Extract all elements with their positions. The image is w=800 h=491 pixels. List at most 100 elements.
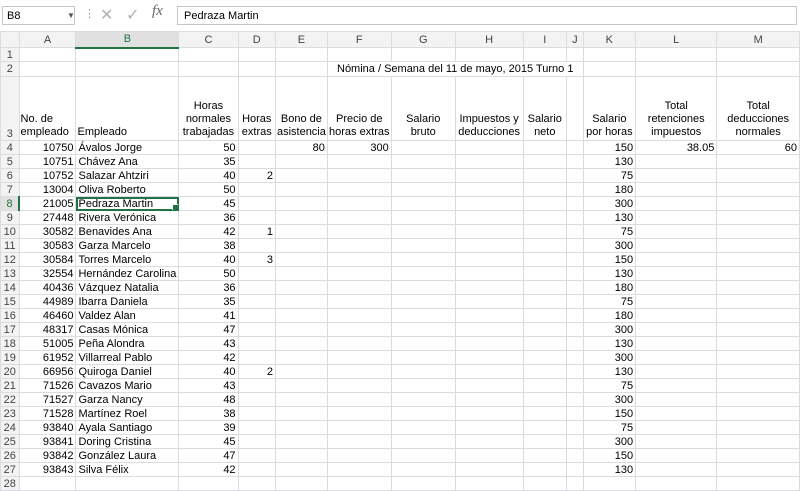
cell-total-deductions[interactable]: [716, 434, 800, 449]
cell-extra-hours[interactable]: [237, 294, 276, 309]
cell[interactable]: [75, 47, 180, 62]
cell-gross-salary[interactable]: [390, 252, 456, 267]
cell-hourly-rate[interactable]: 150: [582, 406, 637, 421]
cell[interactable]: [178, 61, 239, 77]
cell-employee-id[interactable]: 21005: [18, 196, 77, 211]
cell-gross-salary[interactable]: [390, 266, 456, 281]
cell[interactable]: [582, 47, 637, 62]
cell-gross-salary[interactable]: [390, 308, 456, 323]
cell-employee-name[interactable]: Ibarra Daniela: [75, 294, 180, 309]
cell[interactable]: [716, 47, 800, 62]
cell-net-salary[interactable]: [522, 280, 568, 295]
cell-normal-hours[interactable]: 38: [178, 406, 239, 421]
cell-total-deductions[interactable]: [716, 392, 800, 407]
column-header-i[interactable]: I: [522, 31, 568, 48]
cell-hourly-rate[interactable]: 300: [582, 434, 637, 449]
cell-overtime-price[interactable]: [326, 196, 392, 211]
cell-extra-hours[interactable]: [237, 378, 276, 393]
cell-taxes-deductions[interactable]: [454, 448, 524, 463]
cell-attendance-bonus[interactable]: [274, 448, 328, 463]
cell-hourly-rate[interactable]: 75: [582, 420, 637, 435]
cell-gross-salary[interactable]: [390, 182, 456, 197]
cell[interactable]: [75, 476, 180, 491]
cell-employee-id[interactable]: 71527: [18, 392, 77, 407]
cell-extra-hours[interactable]: 2: [237, 168, 276, 183]
cell-normal-hours[interactable]: 43: [178, 378, 239, 393]
cell-gross-salary[interactable]: [390, 364, 456, 379]
cell-net-salary[interactable]: [522, 182, 568, 197]
cell[interactable]: [326, 47, 392, 62]
cell-extra-hours[interactable]: [237, 322, 276, 337]
cell-gross-salary[interactable]: [390, 322, 456, 337]
header-impuestos-deducciones[interactable]: Impuestos y deducciones: [454, 76, 524, 141]
cell-attendance-bonus[interactable]: [274, 322, 328, 337]
header-total-deducciones[interactable]: Total deducciones normales: [716, 76, 800, 141]
column-header-f[interactable]: F: [326, 31, 392, 48]
cell-tax-withholding[interactable]: [635, 238, 718, 253]
cell-tax-withholding[interactable]: [635, 448, 718, 463]
cell[interactable]: [566, 140, 584, 155]
cell-total-deductions[interactable]: [716, 252, 800, 267]
cell-gross-salary[interactable]: [390, 154, 456, 169]
cell-extra-hours[interactable]: 3: [237, 252, 276, 267]
cell-employee-name[interactable]: Valdez Alan: [75, 308, 180, 323]
cell[interactable]: [390, 47, 456, 62]
cell-hourly-rate[interactable]: 150: [582, 140, 637, 155]
cell-net-salary[interactable]: [522, 420, 568, 435]
cell-net-salary[interactable]: [522, 462, 568, 477]
cell-net-salary[interactable]: [522, 238, 568, 253]
cell-hourly-rate[interactable]: 130: [582, 462, 637, 477]
cell[interactable]: [566, 196, 584, 211]
cell-gross-salary[interactable]: [390, 238, 456, 253]
cell-employee-name[interactable]: Ávalos Jorge: [75, 140, 180, 155]
cell-taxes-deductions[interactable]: [454, 406, 524, 421]
cell-employee-name[interactable]: Pedraza Martin: [75, 196, 180, 211]
cell-net-salary[interactable]: [522, 266, 568, 281]
cell-employee-name[interactable]: Ayala Santiago: [75, 420, 180, 435]
cell-extra-hours[interactable]: [237, 434, 276, 449]
cell[interactable]: [566, 252, 584, 267]
cell[interactable]: [566, 294, 584, 309]
cell-total-deductions[interactable]: [716, 154, 800, 169]
cell-normal-hours[interactable]: 40: [178, 168, 239, 183]
cell-gross-salary[interactable]: [390, 294, 456, 309]
cell-overtime-price[interactable]: [326, 280, 392, 295]
cell-attendance-bonus[interactable]: [274, 252, 328, 267]
cell-normal-hours[interactable]: 42: [178, 350, 239, 365]
cell-employee-name[interactable]: Quiroga Daniel: [75, 364, 180, 379]
cell-overtime-price[interactable]: [326, 462, 392, 477]
cell[interactable]: [566, 47, 584, 62]
cell-overtime-price[interactable]: [326, 378, 392, 393]
cell-overtime-price[interactable]: [326, 210, 392, 225]
cell-hourly-rate[interactable]: 130: [582, 210, 637, 225]
cell-taxes-deductions[interactable]: [454, 196, 524, 211]
cell[interactable]: [566, 420, 584, 435]
cell-hourly-rate[interactable]: 300: [582, 238, 637, 253]
cell-total-deductions[interactable]: [716, 238, 800, 253]
cell-attendance-bonus[interactable]: [274, 392, 328, 407]
header-no-empleado[interactable]: No. de empleado: [18, 76, 77, 141]
row-header[interactable]: 2: [0, 61, 20, 77]
cell-total-deductions[interactable]: [716, 168, 800, 183]
cell-tax-withholding[interactable]: [635, 224, 718, 239]
cell-employee-name[interactable]: Silva Félix: [75, 462, 180, 477]
cell-hourly-rate[interactable]: 130: [582, 266, 637, 281]
cell-employee-id[interactable]: 93841: [18, 434, 77, 449]
cell-hourly-rate[interactable]: 300: [582, 392, 637, 407]
row-header[interactable]: 25: [0, 434, 20, 449]
cell-employee-name[interactable]: Hernández Carolina: [75, 266, 180, 281]
cell-hourly-rate[interactable]: 300: [582, 350, 637, 365]
cell[interactable]: [18, 47, 77, 62]
cell-total-deductions[interactable]: [716, 210, 800, 225]
row-header[interactable]: 11: [0, 238, 20, 253]
cell-gross-salary[interactable]: [390, 434, 456, 449]
cell-total-deductions[interactable]: [716, 280, 800, 295]
row-header[interactable]: 24: [0, 420, 20, 435]
cell-extra-hours[interactable]: [237, 196, 276, 211]
cell-attendance-bonus[interactable]: [274, 294, 328, 309]
column-header-b[interactable]: B: [75, 31, 180, 49]
header-total-retenciones[interactable]: Total retenciones impuestos: [635, 76, 718, 141]
cell-net-salary[interactable]: [522, 392, 568, 407]
cell[interactable]: [566, 182, 584, 197]
cell[interactable]: [566, 168, 584, 183]
